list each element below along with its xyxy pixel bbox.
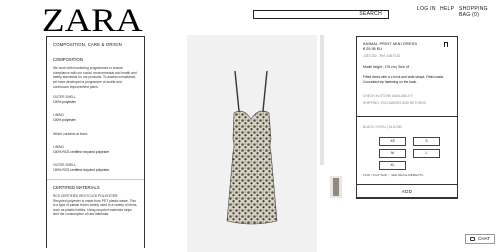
color-size-heading: BLACK / ECRU | 2411/030 <box>363 125 403 129</box>
size-xs-button[interactable]: XS <box>379 137 406 146</box>
thumbnail-image <box>333 178 339 196</box>
size-l-button[interactable]: L <box>413 149 440 158</box>
certified-text: Recycled polyester is made from PET plas… <box>53 198 138 217</box>
search-label: SEARCH <box>359 11 382 17</box>
size-s-button[interactable]: S <box>413 137 440 146</box>
composition-value: 100% RCS certified recycled polyester <box>53 167 110 172</box>
dress-image <box>226 70 278 225</box>
find-size-link[interactable]: FIND YOUR SIZE <box>363 173 387 177</box>
gallery-thumbnail[interactable] <box>330 176 342 198</box>
gallery-scrollbar[interactable] <box>320 35 324 165</box>
size-links: FIND YOUR SIZE | SEE MEASUREMENTS <box>363 173 424 177</box>
nav-shopping-bag[interactable]: SHOPPING BAG (0) <box>459 6 500 18</box>
composition-panel[interactable]: COMPOSITION, CARE & ORIGIN COMPOSITION W… <box>46 36 145 248</box>
product-photo[interactable] <box>187 35 317 252</box>
size-xl-button[interactable]: XL <box>379 161 406 170</box>
composition-subheading: COMPOSITION <box>53 56 83 62</box>
zara-logo[interactable]: ZARA <box>42 5 143 38</box>
check-store-link[interactable]: CHECK IN-STORE AVAILABILITY <box>363 94 451 99</box>
measurements-link[interactable]: SEE MEASUREMENTS <box>391 173 423 177</box>
certified-heading: CERTIFIED MATERIALS <box>53 184 100 190</box>
chat-button[interactable]: CHAT <box>465 234 495 244</box>
nav-login[interactable]: LOG IN <box>417 6 436 12</box>
product-price: € 29,95 EU <box>363 46 382 51</box>
search-box[interactable]: SEARCH <box>253 10 389 19</box>
shipping-link[interactable]: SHIPPING, EXCHANGES AND RETURNS <box>363 101 451 106</box>
composition-heading: COMPOSITION, CARE & ORIGIN <box>53 42 122 47</box>
product-description: Fitted dress with a v-neck and wide stra… <box>363 75 444 84</box>
composition-intro: We work with monitoring programmes to en… <box>53 66 137 89</box>
nav-help[interactable]: HELP <box>440 6 454 12</box>
product-panel: ANIMAL PRINT MINI DRESS € 29,95 EU 4387/… <box>356 36 458 199</box>
size-m-button[interactable]: M <box>379 149 406 158</box>
bookmark-icon[interactable] <box>444 42 448 47</box>
chat-label: CHAT <box>478 236 490 241</box>
chat-icon <box>470 237 475 241</box>
add-to-bag-button[interactable]: ADD <box>356 184 458 199</box>
divider <box>47 178 144 180</box>
